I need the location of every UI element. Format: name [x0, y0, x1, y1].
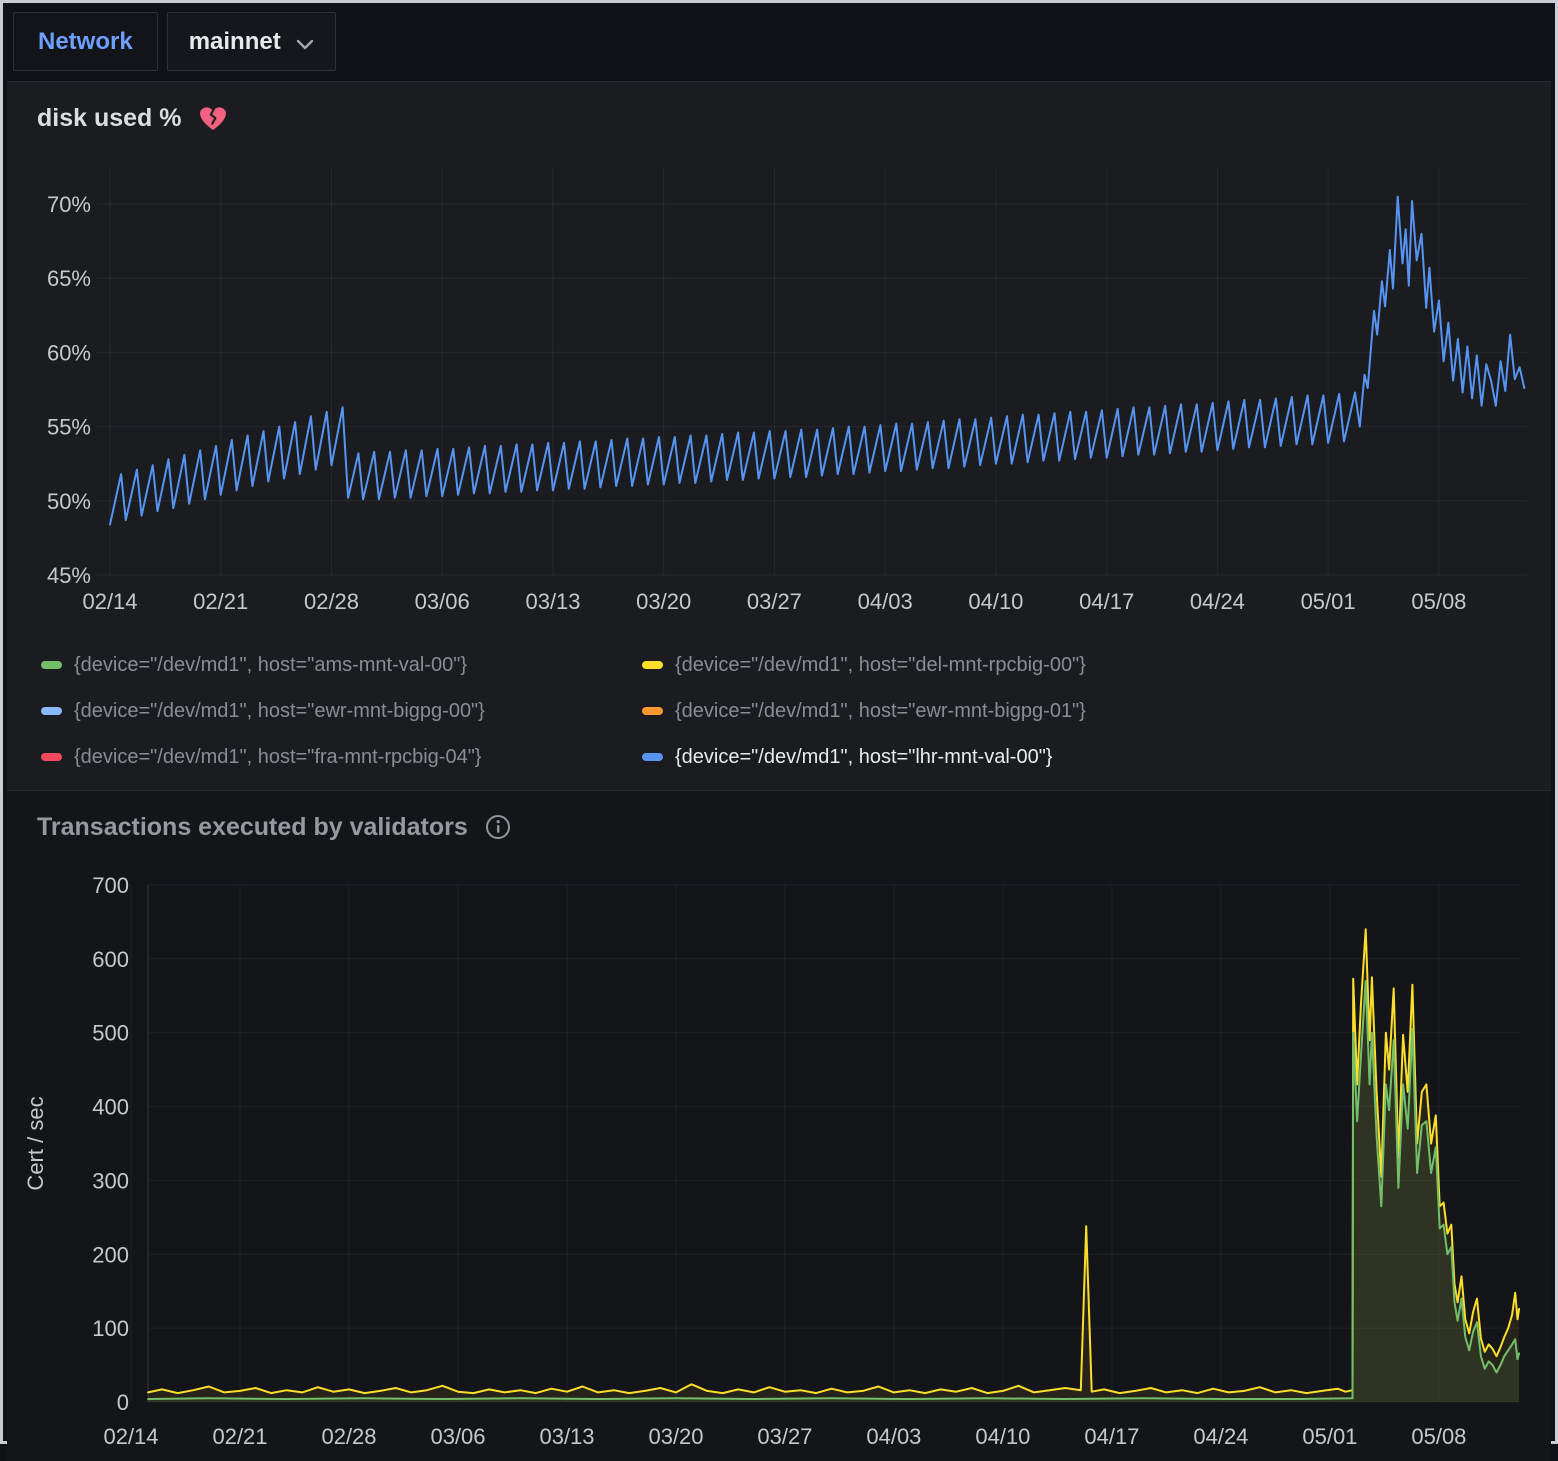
variable-network-label: Network [13, 12, 158, 71]
series-color-swatch [41, 753, 62, 761]
svg-text:700: 700 [92, 873, 129, 898]
disk-panel-header: disk used % [7, 82, 1551, 143]
transactions-panel-header: Transactions executed by validators [7, 791, 1551, 852]
svg-text:200: 200 [92, 1242, 129, 1267]
svg-text:50%: 50% [47, 489, 91, 514]
svg-text:05/08: 05/08 [1411, 1424, 1466, 1449]
svg-text:45%: 45% [47, 563, 91, 588]
svg-text:03/06: 03/06 [415, 589, 470, 614]
network-select-value: mainnet [189, 28, 281, 56]
network-label-text: Network [38, 28, 133, 56]
svg-text:500: 500 [92, 1021, 129, 1046]
svg-text:02/21: 02/21 [212, 1424, 267, 1449]
legend-label: {device="/dev/md1", host="fra-mnt-rpcbig… [74, 746, 482, 769]
legend-item-lhr-mnt-val-00[interactable]: {device="/dev/md1", host="lhr-mnt-val-00… [642, 746, 1052, 769]
svg-text:02/28: 02/28 [321, 1424, 376, 1449]
series-color-swatch [642, 661, 663, 669]
network-select[interactable]: mainnet [167, 12, 336, 71]
series-color-swatch [41, 707, 62, 715]
disk-chart-legend: {device="/dev/md1", host="ams-mnt-val-00… [7, 630, 1551, 790]
series-color-swatch [642, 753, 663, 761]
svg-text:03/20: 03/20 [648, 1424, 703, 1449]
disk-used-chart[interactable]: 02/14 02/21 02/28 03/06 03/13 03/20 03/27 04/03… [7, 143, 1547, 625]
legend-item-del-mnt-rpcbig-00[interactable]: {device="/dev/md1", host="del-mnt-rpcbig… [642, 654, 1086, 677]
legend-label: {device="/dev/md1", host="ams-mnt-val-00… [74, 654, 467, 677]
series-color-swatch [41, 661, 62, 669]
legend-label: {device="/dev/md1", host="ewr-mnt-bigpg-… [74, 700, 485, 723]
svg-text:04/10: 04/10 [975, 1424, 1030, 1449]
svg-text:02/28: 02/28 [304, 589, 359, 614]
svg-text:0: 0 [117, 1390, 129, 1415]
svg-text:02/21: 02/21 [193, 589, 248, 614]
svg-text:03/27: 03/27 [747, 589, 802, 614]
svg-text:05/01: 05/01 [1302, 1424, 1357, 1449]
svg-text:04/24: 04/24 [1190, 589, 1245, 614]
svg-text:100: 100 [92, 1316, 129, 1341]
info-icon[interactable] [485, 814, 511, 840]
legend-label: {device="/dev/md1", host="ewr-mnt-bigpg-… [675, 700, 1086, 723]
broken-heart-icon [199, 105, 227, 132]
svg-text:03/06: 03/06 [430, 1424, 485, 1449]
disk-used-panel: disk used % 02/14 02/21 02/28 03/06 03/13 03/… [7, 81, 1551, 790]
svg-text:05/08: 05/08 [1411, 589, 1466, 614]
legend-item-fra-mnt-rpcbig-04[interactable]: {device="/dev/md1", host="fra-mnt-rpcbig… [41, 746, 642, 769]
svg-text:04/17: 04/17 [1084, 1424, 1139, 1449]
legend-label: {device="/dev/md1", host="del-mnt-rpcbig… [675, 654, 1086, 677]
transactions-panel: Transactions executed by validators 02/1… [7, 790, 1551, 1461]
svg-text:02/14: 02/14 [82, 589, 137, 614]
transactions-chart[interactable]: 02/14 02/21 02/28 03/06 03/13 03/20 03/27 04/03… [7, 852, 1547, 1456]
svg-text:03/27: 03/27 [757, 1424, 812, 1449]
svg-text:03/20: 03/20 [636, 589, 691, 614]
svg-text:55%: 55% [47, 415, 91, 440]
svg-text:65%: 65% [47, 266, 91, 291]
svg-text:600: 600 [92, 947, 129, 972]
svg-text:400: 400 [92, 1095, 129, 1120]
series-color-swatch [642, 707, 663, 715]
variables-bar: Network mainnet [3, 3, 1555, 81]
svg-text:300: 300 [92, 1168, 129, 1193]
svg-text:70%: 70% [47, 192, 91, 217]
legend-item-ewr-mnt-bigpg-00[interactable]: {device="/dev/md1", host="ewr-mnt-bigpg-… [41, 700, 642, 723]
svg-text:02/14: 02/14 [103, 1424, 158, 1449]
svg-text:Cert / sec: Cert / sec [23, 1096, 48, 1190]
legend-item-ams-mnt-val-00[interactable]: {device="/dev/md1", host="ams-mnt-val-00… [41, 654, 642, 677]
svg-text:03/13: 03/13 [525, 589, 580, 614]
svg-text:04/03: 04/03 [858, 589, 913, 614]
panel-title[interactable]: Transactions executed by validators [37, 813, 468, 842]
svg-text:60%: 60% [47, 340, 91, 365]
chevron-down-icon [296, 38, 314, 50]
legend-label: {device="/dev/md1", host="lhr-mnt-val-00… [675, 746, 1052, 769]
panel-title[interactable]: disk used % [37, 104, 182, 133]
svg-text:04/17: 04/17 [1079, 589, 1134, 614]
svg-text:04/10: 04/10 [968, 589, 1023, 614]
svg-text:04/03: 04/03 [866, 1424, 921, 1449]
legend-item-ewr-mnt-bigpg-01[interactable]: {device="/dev/md1", host="ewr-mnt-bigpg-… [642, 700, 1086, 723]
svg-text:05/01: 05/01 [1301, 589, 1356, 614]
svg-text:04/24: 04/24 [1193, 1424, 1248, 1449]
svg-text:03/13: 03/13 [539, 1424, 594, 1449]
